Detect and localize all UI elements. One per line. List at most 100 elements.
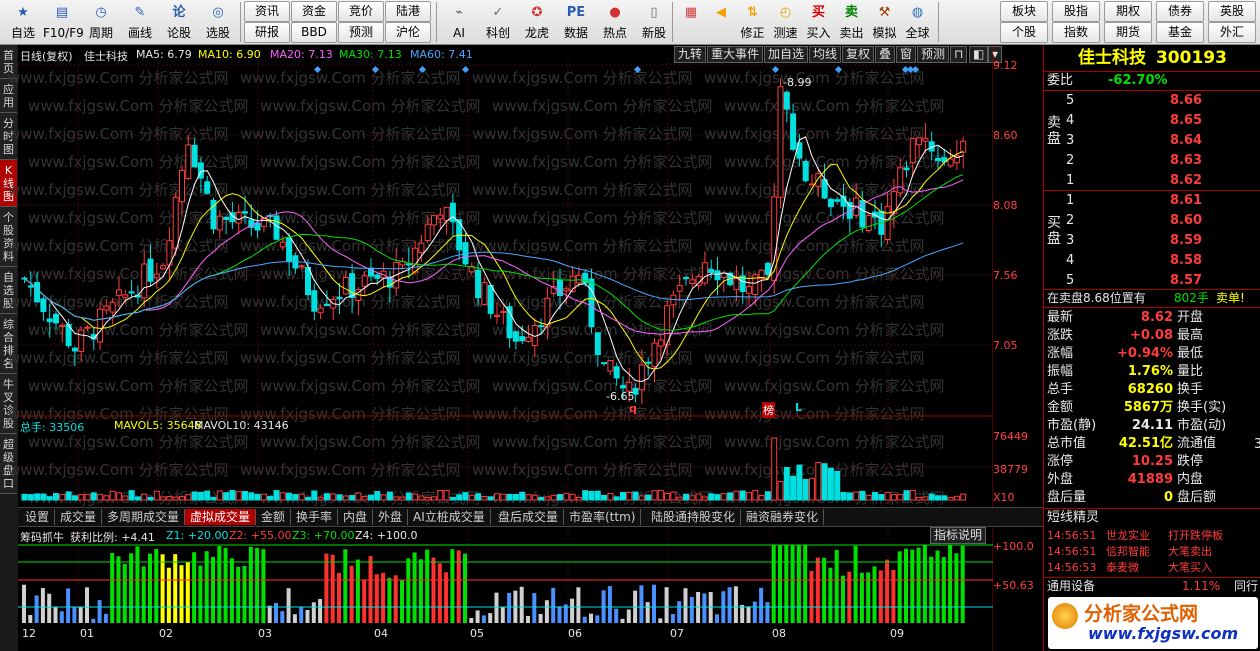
toolbar-button-right-3[interactable]: ◴ 测速 xyxy=(769,0,802,44)
sector-label: 通用设备 xyxy=(1047,579,1096,593)
toolbar-button-right-5[interactable]: 卖卖出 xyxy=(835,0,868,44)
toolbar-button-0[interactable]: ★ 自选 xyxy=(4,0,42,44)
divider xyxy=(1044,307,1260,308)
toolbar-button-mid-1[interactable]: ✓ 科创 xyxy=(479,0,517,44)
volume-bar xyxy=(103,495,110,501)
short-line-item[interactable]: 14:56:51 信邦智能 大笔卖出 xyxy=(1044,544,1260,560)
l-marker[interactable]: L xyxy=(795,401,802,414)
volume-axis-label: 76449 xyxy=(993,430,1028,443)
toolbar-market-button[interactable]: 期货 xyxy=(1104,22,1152,43)
indicator-bar xyxy=(129,553,134,623)
short-line-item[interactable]: 14:56:53 泰麦微 大笔买入 xyxy=(1044,560,1260,576)
indicator-bar xyxy=(759,587,764,623)
indicator-tab-0[interactable]: 设置 xyxy=(20,509,56,525)
candle-body xyxy=(777,86,784,198)
indicator-bar xyxy=(614,608,619,623)
bid-row[interactable]: 3 8.59 xyxy=(1044,232,1260,250)
volume-bar xyxy=(437,490,444,501)
indicator-tab-7[interactable]: 外盘 xyxy=(373,509,409,525)
toolbar-button-3[interactable]: ✎ 画线 xyxy=(121,0,159,44)
toolbar-small-button[interactable]: 研报 xyxy=(244,22,290,43)
bid-row[interactable]: 4 8.58 xyxy=(1044,252,1260,270)
candle-body xyxy=(909,138,916,164)
toolbar-button-mid-5[interactable]: ▯ 新股 xyxy=(635,0,673,44)
indicator-tab-2[interactable]: 多周期成交量 xyxy=(102,509,186,525)
ask-row[interactable]: 4 8.65 xyxy=(1044,112,1260,130)
toolbar-button-5[interactable]: ◎ 选股 xyxy=(199,0,237,44)
volume-bar xyxy=(216,490,223,501)
volume-bar xyxy=(815,462,822,501)
candle-body xyxy=(960,140,967,153)
volume-bar xyxy=(260,493,267,501)
toolbar-small-button[interactable]: 资金 xyxy=(291,1,337,22)
toolbar-button-mid-4[interactable]: ● 热点 xyxy=(596,0,634,44)
indicator-bar xyxy=(280,611,285,623)
ask-row[interactable]: 5 8.66 xyxy=(1044,92,1260,110)
indicator-tab-12[interactable]: 融资融券变化 xyxy=(741,509,825,525)
volume-bar xyxy=(620,492,626,501)
bid-row[interactable]: 5 8.57 xyxy=(1044,272,1260,290)
toolbar-market-button[interactable]: 债券 xyxy=(1156,1,1204,22)
indicator-tab-6[interactable]: 内盘 xyxy=(338,509,374,525)
ask-row[interactable]: 2 8.63 xyxy=(1044,152,1260,170)
bid-row[interactable]: 1 8.61 xyxy=(1044,192,1260,210)
bang-marker[interactable]: 榜 xyxy=(762,402,775,418)
toolbar-button-right-7[interactable]: ◍ 全球 xyxy=(901,0,934,44)
short-line-item[interactable]: 14:56:51 世龙实业 打开跌停板 xyxy=(1044,528,1260,544)
bid-row[interactable]: 2 8.60 xyxy=(1044,212,1260,230)
indicator-tab-3[interactable]: 虚拟成交量 xyxy=(185,509,257,525)
indicator-tab-1[interactable]: 成交量 xyxy=(55,509,103,525)
toolbar-small-button[interactable]: 沪伦 xyxy=(385,22,431,43)
ma-line xyxy=(24,179,964,335)
volume-bar xyxy=(27,494,34,501)
volume-bar xyxy=(777,480,784,501)
indicator-tab-9[interactable]: 盘后成交量 xyxy=(493,509,565,525)
indicator-tab-4[interactable]: 金额 xyxy=(256,509,292,525)
indicator-tab-8[interactable]: AI立桩成交量 xyxy=(408,509,491,525)
toolbar-button-mid-2[interactable]: ✪ 龙虎 xyxy=(518,0,556,44)
pe-icon: PE xyxy=(566,5,586,20)
toolbar-small-button[interactable]: BBD xyxy=(291,22,337,43)
toolbar-button-2[interactable]: ◷ 周期 xyxy=(82,0,120,44)
toolbar-button-mid-3[interactable]: PE 数据 xyxy=(557,0,595,44)
indicator-tab-11[interactable]: 陆股通持股变化 xyxy=(646,509,742,525)
candle-body xyxy=(481,282,488,305)
toolbar-button-1[interactable]: ▤ F10/F9 xyxy=(43,0,84,44)
toolbar-market-button[interactable]: 个股 xyxy=(1000,22,1048,43)
volume-bar xyxy=(317,496,324,501)
toolbar-market-button[interactable]: 期权 xyxy=(1104,1,1152,22)
indicator-tab-10[interactable]: 市盈率(ttm) xyxy=(564,509,642,525)
toolbar-button-right-6[interactable]: ⚒ 模拟 xyxy=(868,0,901,44)
month-label: 02 xyxy=(159,627,173,640)
indicator-tab-5[interactable]: 换手率 xyxy=(291,509,339,525)
ask-row[interactable]: 3 8.64 xyxy=(1044,132,1260,150)
toolbar-small-button[interactable]: 资讯 xyxy=(244,1,290,22)
toolbar-button-mid-0[interactable]: ⌁ AI xyxy=(440,0,478,44)
event-marker-icon xyxy=(834,65,843,74)
toolbar-small-button[interactable]: 竞价 xyxy=(338,1,384,22)
toolbar-small-button[interactable]: 陆港 xyxy=(385,1,431,22)
toolbar-button-right-0[interactable]: ▦ xyxy=(676,0,706,44)
toolbar-market-button[interactable]: 外汇 xyxy=(1208,22,1256,43)
kline-chart-area[interactable]: www.fxjgsw.Com 分析家公式网 www.fxjgsw.Com 分析家公… xyxy=(8,45,1043,651)
event-marker-icon xyxy=(633,65,642,74)
toolbar-button-right-1[interactable]: ◀ xyxy=(706,0,736,44)
toolbar-button-4[interactable]: 论论股 xyxy=(160,0,198,44)
toolbar-button-right-4[interactable]: 买买入 xyxy=(802,0,835,44)
toolbar-market-button[interactable]: 指数 xyxy=(1052,22,1100,43)
short-title-row[interactable]: 短线精灵 xyxy=(1044,509,1260,527)
indicator-bar xyxy=(822,557,827,623)
indicator-help-button[interactable]: 指标说明 xyxy=(930,527,987,544)
sector-row[interactable]: 通用设备 1.11% 同行 xyxy=(1044,577,1260,595)
indicator-bar xyxy=(771,545,776,623)
stock-title-code: 300193 xyxy=(1155,48,1227,68)
toolbar-market-button[interactable]: 板块 xyxy=(1000,1,1048,22)
toolbar-small-button[interactable]: 预测 xyxy=(338,22,384,43)
toolbar-market-button[interactable]: 股指 xyxy=(1052,1,1100,22)
volume-bar xyxy=(462,492,469,501)
q-marker[interactable]: q xyxy=(629,402,637,415)
toolbar-button-right-2[interactable]: ⇅ 修正 xyxy=(736,0,769,44)
toolbar-market-button[interactable]: 基金 xyxy=(1156,22,1204,43)
toolbar-market-button[interactable]: 英股 xyxy=(1208,1,1256,22)
ask-row[interactable]: 1 8.62 xyxy=(1044,172,1260,190)
